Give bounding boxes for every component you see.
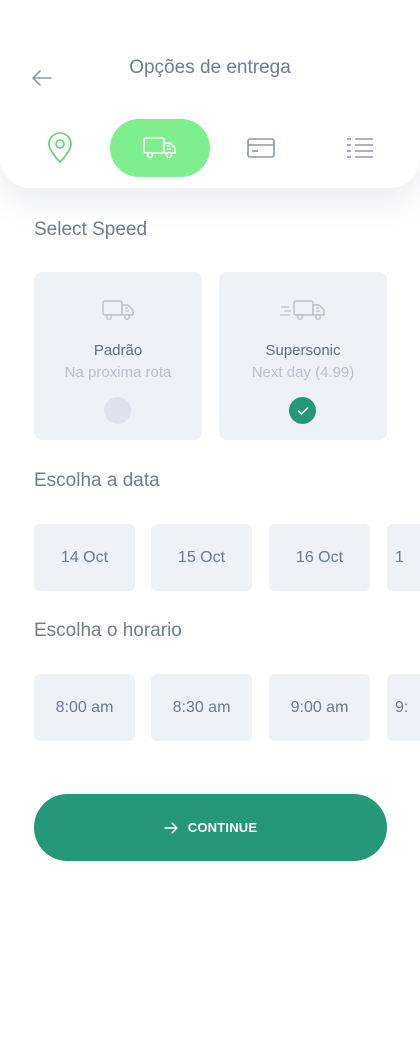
choose-date-title: Escolha a data [34, 470, 160, 491]
time-options: 8:00 am 8:30 am 9:00 am 9: [34, 674, 420, 741]
radio-checked[interactable] [289, 397, 316, 424]
credit-card-icon [247, 138, 275, 158]
date-chip[interactable]: 1 [387, 524, 420, 591]
radio-unchecked[interactable] [104, 397, 131, 424]
time-chip[interactable]: 9:00 am [269, 674, 370, 741]
date-chip[interactable]: 16 Oct [269, 524, 370, 591]
page-title: Opções de entrega [129, 57, 291, 78]
date-chip[interactable]: 15 Oct [151, 524, 252, 591]
step-payment[interactable] [231, 119, 291, 177]
date-options: 14 Oct 15 Oct 16 Oct 1 [34, 524, 420, 591]
truck-icon [143, 137, 176, 159]
map-pin-icon [48, 132, 72, 164]
fast-truck-icon [280, 300, 325, 321]
step-summary[interactable] [330, 119, 390, 177]
time-chip[interactable]: 8:30 am [151, 674, 252, 741]
check-icon [297, 406, 308, 415]
continue-button[interactable]: CONTINUE [34, 794, 387, 861]
speed-option-subtitle: Next day (4.99) [251, 364, 355, 381]
speed-option-subtitle: Na proxima rota [64, 364, 172, 381]
list-icon [347, 138, 373, 158]
choose-time-title: Escolha o horario [34, 620, 182, 641]
select-speed-title: Select Speed [34, 219, 148, 240]
time-chip[interactable]: 8:00 am [34, 674, 135, 741]
date-chip[interactable]: 14 Oct [34, 524, 135, 591]
speed-option-supersonic[interactable]: Supersonic Next day (4.99) [219, 272, 387, 440]
truck-icon [102, 300, 134, 321]
continue-label: CONTINUE [187, 820, 258, 835]
speed-option-name: Padrão [93, 342, 143, 359]
step-location[interactable] [30, 119, 90, 177]
speed-option-standard[interactable]: Padrão Na proxima rota [34, 272, 202, 440]
header-card: Opções de entrega [0, 0, 420, 188]
speed-option-name: Supersonic [265, 342, 341, 359]
step-delivery[interactable] [110, 119, 210, 177]
time-chip[interactable]: 9: [387, 674, 420, 741]
arrow-right-icon [164, 821, 178, 834]
